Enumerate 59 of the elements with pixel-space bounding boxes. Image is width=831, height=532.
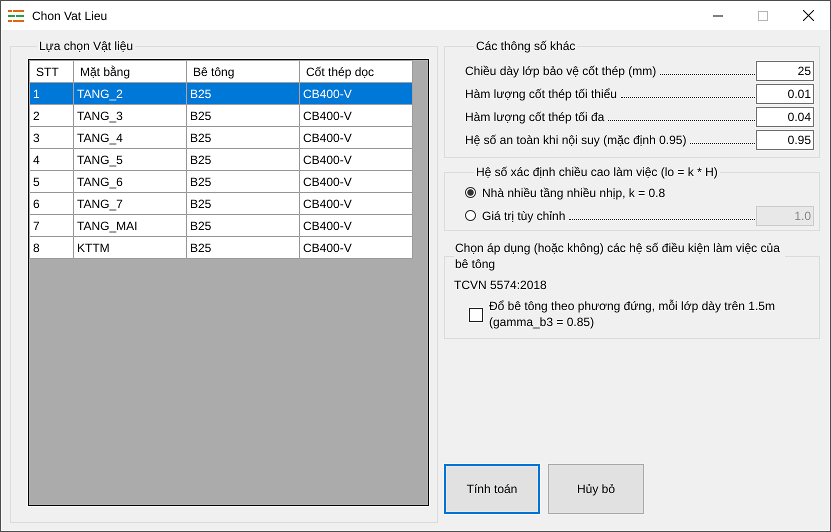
table-cell[interactable]: CB400-V — [300, 192, 412, 214]
radio-button[interactable] — [465, 187, 476, 198]
table-cell[interactable]: CB400-V — [300, 126, 412, 148]
group-title: Hệ số xác định chiều cao làm việc (lo = k * H) — [475, 165, 719, 179]
field-label: Hàm lượng cốt thép tối đa — [465, 110, 604, 124]
table-cell[interactable]: 8 — [30, 236, 74, 258]
leader-line — [690, 143, 755, 144]
table-cell[interactable]: B25 — [186, 148, 300, 170]
checkbox-label[interactable]: Đổ bê tông theo phương đứng, mỗi lớp dày trên 1.5m (gamma_b3 = 0.85) — [489, 298, 809, 330]
table-cell[interactable]: 4 — [30, 148, 74, 170]
table-cell[interactable]: TANG_3 — [74, 104, 186, 126]
table-cell[interactable]: 7 — [30, 214, 74, 236]
input-field[interactable]: 0.04 — [756, 106, 814, 126]
table-cell[interactable]: B25 — [186, 170, 300, 192]
window-title: Chon Vat Lieu — [32, 8, 108, 22]
column-header[interactable]: Bê tông — [186, 60, 300, 82]
table-cell[interactable]: CB400-V — [300, 214, 412, 236]
table-cell[interactable]: B25 — [186, 236, 300, 258]
table-cell[interactable]: TANG_7 — [74, 192, 186, 214]
table-cell[interactable]: 3 — [30, 126, 74, 148]
dialog-button[interactable]: Tính toán — [444, 464, 540, 514]
group-title: Lựa chọn Vật liệu — [38, 39, 134, 53]
table-cell[interactable]: KTTM — [74, 236, 186, 258]
table-cell[interactable]: B25 — [186, 126, 300, 148]
table-cell[interactable]: CB400-V — [300, 236, 412, 258]
app-icon — [8, 10, 24, 22]
table-cell[interactable]: B25 — [186, 192, 300, 214]
table-cell[interactable]: B25 — [186, 82, 300, 104]
table-cell[interactable]: TANG_2 — [74, 82, 186, 104]
table-cell[interactable]: TANG_6 — [74, 170, 186, 192]
standard-label: TCVN 5574:2018 — [454, 278, 548, 292]
group-title: Chọn áp dụng (hoặc không) các hệ số điều kiện làm việc của bê tông — [454, 240, 781, 272]
table-cell[interactable]: 6 — [30, 192, 74, 214]
field-label: Hàm lượng cốt thép tối thiểu — [465, 86, 617, 100]
column-header[interactable]: STT — [30, 60, 74, 82]
column-header[interactable]: Mặt bằng — [74, 60, 186, 82]
table-cell[interactable]: TANG_4 — [74, 126, 186, 148]
table-cell[interactable]: CB400-V — [300, 82, 412, 104]
group-title: Các thông số khác — [475, 39, 576, 53]
column-header[interactable]: Cốt thép dọc — [300, 60, 412, 82]
table-cell[interactable]: TANG_MAI — [74, 214, 186, 236]
dialog-button[interactable]: Hủy bỏ — [548, 464, 644, 514]
table-cell[interactable]: CB400-V — [300, 104, 412, 126]
field-label: Hệ số an toàn khi nội suy (mặc định 0.95) — [465, 132, 686, 146]
table-cell[interactable]: CB400-V — [300, 148, 412, 170]
table-cell[interactable]: 1 — [30, 82, 74, 104]
input-field[interactable]: 0.95 — [756, 130, 814, 150]
table-cell[interactable]: B25 — [186, 214, 300, 236]
input-field[interactable]: 25 — [756, 60, 814, 80]
table-cell[interactable]: 5 — [30, 170, 74, 192]
table-cell[interactable]: B25 — [186, 104, 300, 126]
close-icon[interactable] — [803, 10, 814, 21]
input-field[interactable]: 0.01 — [756, 84, 814, 104]
radio-label[interactable]: Nhà nhiều tầng nhiều nhịp, k = 0.8 — [482, 186, 666, 200]
table-cell[interactable]: TANG_5 — [74, 148, 186, 170]
field-label: Chiều dày lớp bảo vệ cốt thép (mm) — [465, 64, 656, 78]
table-cell[interactable]: 2 — [30, 104, 74, 126]
table-cell[interactable]: CB400-V — [300, 170, 412, 192]
checkbox[interactable] — [469, 308, 483, 322]
